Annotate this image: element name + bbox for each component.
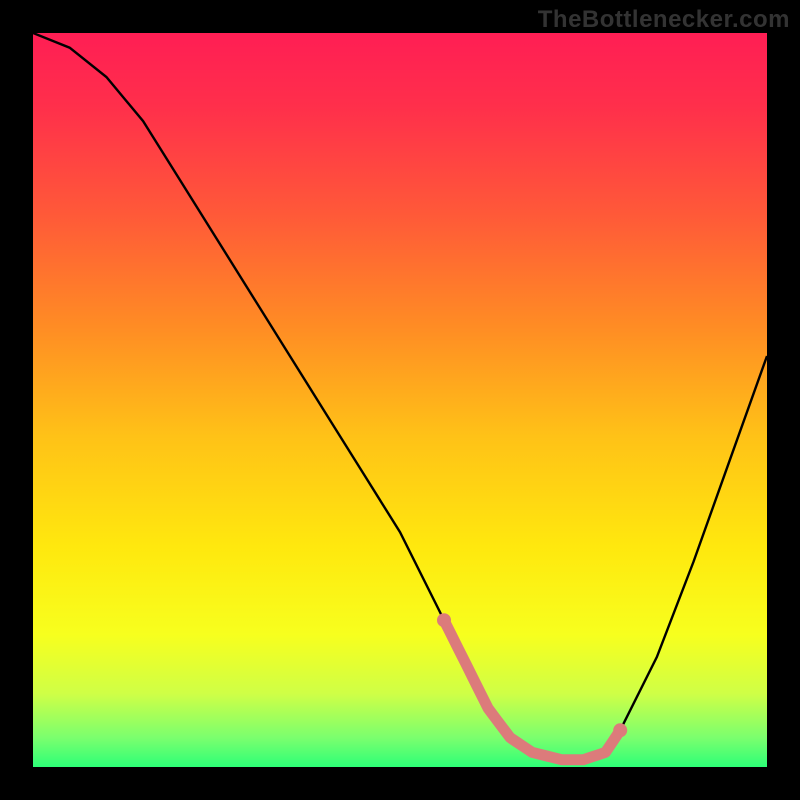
- plot-area: [33, 33, 767, 767]
- watermark-text: TheBottlenecker.com: [538, 6, 790, 34]
- highlight-dot: [437, 613, 451, 627]
- chart-svg: [33, 33, 767, 767]
- highlight-dot: [613, 723, 627, 737]
- chart-frame: TheBottlenecker.com: [0, 0, 800, 800]
